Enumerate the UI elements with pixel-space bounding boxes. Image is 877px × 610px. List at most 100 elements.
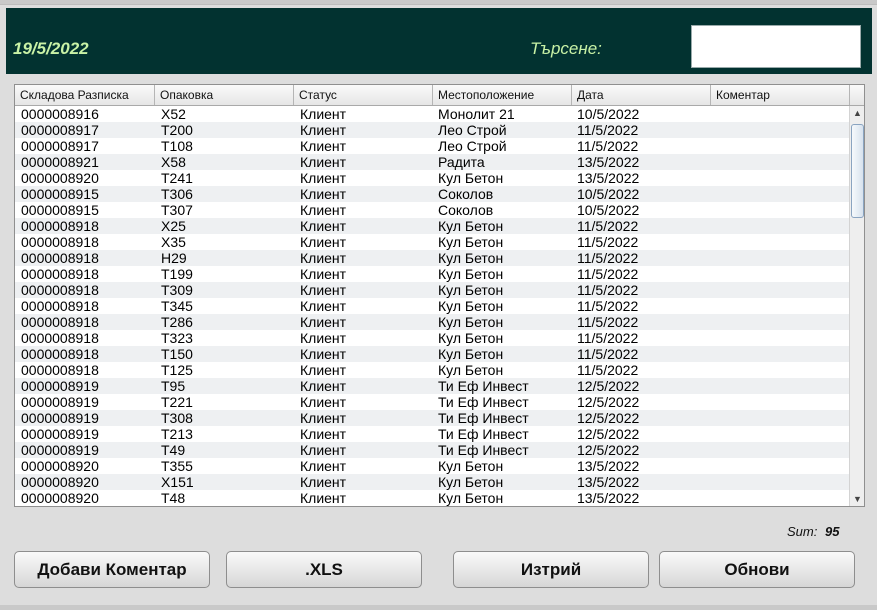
scrollbar-thumb[interactable]: [851, 124, 864, 218]
table-row[interactable]: 0000008920 T241 Клиент Кул Бетон 13/5/2022: [15, 170, 849, 186]
table-row[interactable]: 0000008918 T286 Клиент Кул Бетон 11/5/2022: [15, 314, 849, 330]
table-row[interactable]: 0000008915 T306 Клиент Соколов 10/5/2022: [15, 186, 849, 202]
table-row[interactable]: 0000008919 T213 Клиент Ти Еф Инвест 12/5/202…: [15, 426, 849, 442]
cell-date: 13/5/2022: [577, 458, 640, 474]
cell-location: Кул Бетон: [438, 330, 504, 346]
cell-status: Клиент: [300, 250, 347, 266]
cell-location: Кул Бетон: [438, 250, 504, 266]
cell-package: X58: [161, 154, 186, 170]
cell-location: Кул Бетон: [438, 314, 504, 330]
cell-package: T125: [161, 362, 193, 378]
cell-status: Клиент: [300, 202, 347, 218]
cell-status: Клиент: [300, 298, 347, 314]
cell-receipt: 0000008918: [21, 314, 99, 330]
table-row[interactable]: 0000008917 T200 Клиент Лео Строй 11/5/2022: [15, 122, 849, 138]
table-row[interactable]: 0000008918 T199 Клиент Кул Бетон 11/5/2022: [15, 266, 849, 282]
cell-date: 11/5/2022: [577, 138, 639, 154]
cell-receipt: 0000008918: [21, 346, 99, 362]
cell-date: 13/5/2022: [577, 170, 640, 186]
cell-receipt: 0000008918: [21, 234, 99, 250]
cell-date: 13/5/2022: [577, 490, 640, 506]
cell-package: T150: [161, 346, 193, 362]
cell-location: Соколов: [438, 186, 494, 202]
cell-location: Ти Еф Инвест: [438, 426, 529, 442]
cell-status: Клиент: [300, 186, 347, 202]
cell-location: Кул Бетон: [438, 266, 504, 282]
cell-location: Кул Бетон: [438, 218, 504, 234]
cell-package: T48: [161, 490, 186, 506]
column-header-date[interactable]: Дата: [572, 85, 711, 105]
sum-value: 95: [825, 524, 840, 539]
search-label: Търсене:: [530, 39, 602, 58]
cell-date: 11/5/2022: [577, 122, 639, 138]
table-row[interactable]: 0000008919 T95 Клиент Ти Еф Инвест 12/5/2022: [15, 378, 849, 394]
table-row[interactable]: 0000008918 X25 Клиент Кул Бетон 11/5/2022: [15, 218, 849, 234]
arrow-up-icon[interactable]: ▲: [850, 106, 864, 120]
cell-package: T200: [161, 122, 193, 138]
cell-package: X35: [161, 234, 186, 250]
cell-location: Радита: [438, 154, 485, 170]
column-header-package[interactable]: Опаковка: [155, 85, 294, 105]
table-row[interactable]: 0000008918 H29 Клиент Кул Бетон 11/5/2022: [15, 250, 849, 266]
cell-package: H29: [161, 250, 187, 266]
table-row[interactable]: 0000008919 T49 Клиент Ти Еф Инвест 12/5/2022: [15, 442, 849, 458]
table-row[interactable]: 0000008918 T323 Клиент Кул Бетон 11/5/2022: [15, 330, 849, 346]
table-row[interactable]: 0000008917 T108 Клиент Лео Строй 11/5/2022: [15, 138, 849, 154]
cell-receipt: 0000008920: [21, 490, 99, 506]
arrow-down-icon[interactable]: ▼: [850, 492, 864, 506]
table-row[interactable]: 0000008918 T125 Клиент Кул Бетон 11/5/2022: [15, 362, 849, 378]
cell-package: T355: [161, 458, 193, 474]
table-row[interactable]: 0000008921 X58 Клиент Радита 13/5/2022: [15, 154, 849, 170]
cell-date: 12/5/2022: [577, 426, 640, 442]
cell-location: Ти Еф Инвест: [438, 442, 529, 458]
cell-location: Кул Бетон: [438, 490, 504, 506]
column-header-comment[interactable]: Коментар: [711, 85, 850, 105]
cell-status: Клиент: [300, 458, 347, 474]
cell-receipt: 0000008918: [21, 250, 99, 266]
table-row[interactable]: 0000008918 T309 Клиент Кул Бетон 11/5/2022: [15, 282, 849, 298]
column-header-status[interactable]: Статус: [294, 85, 433, 105]
cell-date: 11/5/2022: [577, 330, 639, 346]
cell-status: Клиент: [300, 282, 347, 298]
table-row[interactable]: 0000008918 T150 Клиент Кул Бетон 11/5/2022: [15, 346, 849, 362]
add-comment-button[interactable]: Добави Коментар: [14, 551, 210, 588]
cell-receipt: 0000008918: [21, 218, 99, 234]
export-xls-button[interactable]: .XLS: [226, 551, 422, 588]
table-row[interactable]: 0000008915 T307 Клиент Соколов 10/5/2022: [15, 202, 849, 218]
table-row[interactable]: 0000008920 T48 Клиент Кул Бетон 13/5/2022: [15, 490, 849, 506]
table-row[interactable]: 0000008919 T221 Клиент Ти Еф Инвест 12/5/202…: [15, 394, 849, 410]
cell-status: Клиент: [300, 106, 347, 122]
cell-date: 10/5/2022: [577, 106, 640, 122]
cell-date: 12/5/2022: [577, 442, 640, 458]
search-input[interactable]: [691, 25, 861, 68]
table-row[interactable]: 0000008918 T345 Клиент Кул Бетон 11/5/2022: [15, 298, 849, 314]
cell-date: 11/5/2022: [577, 250, 639, 266]
cell-location: Кул Бетон: [438, 346, 504, 362]
cell-location: Ти Еф Инвест: [438, 410, 529, 426]
cell-date: 10/5/2022: [577, 186, 640, 202]
cell-status: Клиент: [300, 330, 347, 346]
cell-date: 11/5/2022: [577, 266, 639, 282]
column-header-receipt[interactable]: Складова Разписка: [15, 85, 155, 105]
delete-button[interactable]: Изтрий: [453, 551, 649, 588]
cell-status: Клиент: [300, 346, 347, 362]
cell-status: Клиент: [300, 218, 347, 234]
cell-status: Клиент: [300, 138, 347, 154]
window-top-edge: [0, 0, 877, 5]
table-row[interactable]: 0000008920 T355 Клиент Кул Бетон 13/5/2022: [15, 458, 849, 474]
cell-package: T309: [161, 282, 193, 298]
refresh-button[interactable]: Обнови: [659, 551, 855, 588]
table-row[interactable]: 0000008920 X151 Клиент Кул Бетон 13/5/2022: [15, 474, 849, 490]
column-header-location[interactable]: Местоположение: [433, 85, 572, 105]
vertical-scrollbar[interactable]: ▲ ▼: [849, 106, 864, 506]
table-row[interactable]: 0000008918 X35 Клиент Кул Бетон 11/5/2022: [15, 234, 849, 250]
cell-receipt: 0000008917: [21, 138, 99, 154]
cell-receipt: 0000008915: [21, 186, 99, 202]
cell-package: T286: [161, 314, 193, 330]
cell-location: Ти Еф Инвест: [438, 394, 529, 410]
cell-package: T241: [161, 170, 193, 186]
cell-package: T345: [161, 298, 193, 314]
table-row[interactable]: 0000008916 X52 Клиент Монолит 21 10/5/2022: [15, 106, 849, 122]
table-row[interactable]: 0000008919 T308 Клиент Ти Еф Инвест 12/5/202…: [15, 410, 849, 426]
cell-status: Клиент: [300, 490, 347, 506]
